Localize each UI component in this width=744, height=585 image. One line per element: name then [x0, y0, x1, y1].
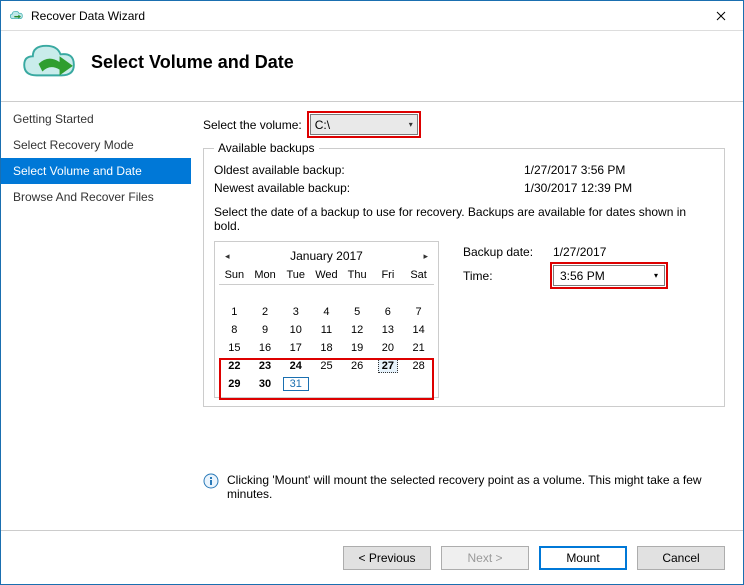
calendar-day[interactable]: 15: [219, 339, 250, 357]
calendar-day[interactable]: 28: [403, 357, 434, 375]
calendar-day: [250, 285, 281, 303]
calendar-day[interactable]: 30: [250, 375, 281, 393]
calendar-day[interactable]: 18: [311, 339, 342, 357]
calendar-day[interactable]: 8: [219, 321, 250, 339]
calendar-dow: Sun: [219, 266, 250, 285]
cancel-button[interactable]: Cancel: [637, 546, 725, 570]
calendar-day[interactable]: 6: [373, 303, 404, 321]
page-title: Select Volume and Date: [91, 52, 294, 73]
newest-backup-value: 1/30/2017 12:39 PM: [524, 181, 632, 195]
calendar-day[interactable]: 24: [280, 357, 311, 375]
calendar-day: [403, 375, 434, 393]
app-cloud-icon: [9, 8, 25, 24]
recover-data-wizard-window: Recover Data Wizard Select Volume and Da…: [0, 0, 744, 585]
calendar-day[interactable]: 11: [311, 321, 342, 339]
time-dropdown-value: 3:56 PM: [560, 269, 605, 283]
calendar-day[interactable]: 21: [403, 339, 434, 357]
previous-button[interactable]: < Previous: [343, 546, 431, 570]
volume-dropdown-value: C:\: [315, 118, 330, 132]
next-button: Next >: [441, 546, 529, 570]
calendar-day[interactable]: 4: [311, 303, 342, 321]
backup-date-value: 1/27/2017: [553, 245, 606, 259]
time-label: Time:: [463, 269, 553, 283]
wizard-footer: < Previous Next > Mount Cancel: [1, 530, 743, 584]
close-icon: [716, 11, 726, 21]
calendar-day[interactable]: 12: [342, 321, 373, 339]
select-volume-label: Select the volume:: [203, 118, 302, 132]
calendar-day[interactable]: 19: [342, 339, 373, 357]
calendar-next-month[interactable]: ▸: [419, 251, 432, 262]
oldest-backup-label: Oldest available backup:: [214, 163, 524, 177]
calendar-day[interactable]: 31: [280, 375, 311, 393]
wizard-steps-sidebar: Getting Started Select Recovery Mode Sel…: [1, 102, 191, 530]
sidebar-item-select-volume-and-date[interactable]: Select Volume and Date: [1, 158, 191, 184]
available-backups-legend: Available backups: [214, 141, 319, 155]
calendar-day[interactable]: 2: [250, 303, 281, 321]
time-dropdown[interactable]: 3:56 PM ▾: [553, 265, 665, 286]
titlebar: Recover Data Wizard: [1, 1, 743, 31]
calendar-day[interactable]: 1: [219, 303, 250, 321]
calendar-day: [311, 375, 342, 393]
calendar-dow: Fri: [373, 266, 404, 285]
calendar-grid: SunMonTueWedThuFriSat 123456789101112131…: [219, 266, 434, 393]
calendar-day: [311, 285, 342, 303]
calendar-dow: Tue: [280, 266, 311, 285]
window-title: Recover Data Wizard: [31, 9, 698, 23]
calendar-day[interactable]: 29: [219, 375, 250, 393]
recovery-instruction-text: Select the date of a backup to use for r…: [214, 205, 714, 233]
available-backups-group: Available backups Oldest available backu…: [203, 141, 725, 407]
select-volume-row: Select the volume: C:\ ▾: [203, 114, 725, 135]
sidebar-item-select-recovery-mode[interactable]: Select Recovery Mode: [1, 132, 191, 158]
calendar-day: [342, 285, 373, 303]
calendar-dow: Mon: [250, 266, 281, 285]
oldest-backup-value: 1/27/2017 3:56 PM: [524, 163, 625, 177]
calendar-day: [219, 285, 250, 303]
calendar-day[interactable]: 16: [250, 339, 281, 357]
calendar-dow: Thu: [342, 266, 373, 285]
wizard-header: Select Volume and Date: [1, 31, 743, 101]
wizard-body: Getting Started Select Recovery Mode Sel…: [1, 101, 743, 530]
chevron-down-icon: ▾: [409, 120, 413, 129]
calendar-day[interactable]: 23: [250, 357, 281, 375]
calendar-day[interactable]: 10: [280, 321, 311, 339]
chevron-down-icon: ▾: [654, 271, 658, 280]
calendar-day[interactable]: 22: [219, 357, 250, 375]
backup-date-label: Backup date:: [463, 245, 553, 259]
calendar-day[interactable]: 27: [373, 357, 404, 375]
calendar-day[interactable]: 7: [403, 303, 434, 321]
calendar-day[interactable]: 26: [342, 357, 373, 375]
calendar-day[interactable]: 13: [373, 321, 404, 339]
calendar-month-label: January 2017: [290, 249, 363, 263]
calendar-day[interactable]: 9: [250, 321, 281, 339]
calendar-day[interactable]: 20: [373, 339, 404, 357]
newest-backup-label: Newest available backup:: [214, 181, 524, 195]
cloud-restore-icon: [21, 41, 79, 83]
sidebar-item-browse-and-recover-files[interactable]: Browse And Recover Files: [1, 184, 191, 210]
calendar-day[interactable]: 5: [342, 303, 373, 321]
sidebar-item-getting-started[interactable]: Getting Started: [1, 106, 191, 132]
calendar-day[interactable]: 3: [280, 303, 311, 321]
mount-button[interactable]: Mount: [539, 546, 627, 570]
calendar-dow: Sat: [403, 266, 434, 285]
calendar-day[interactable]: 25: [311, 357, 342, 375]
calendar-day: [280, 285, 311, 303]
calendar-day: [342, 375, 373, 393]
calendar-prev-month[interactable]: ◂: [221, 251, 234, 262]
calendar-day: [403, 285, 434, 303]
volume-dropdown[interactable]: C:\ ▾: [310, 114, 418, 135]
calendar-dow: Wed: [311, 266, 342, 285]
close-button[interactable]: [698, 1, 743, 30]
info-icon: [203, 473, 219, 489]
mount-info-text: Clicking 'Mount' will mount the selected…: [227, 473, 715, 501]
calendar-day: [373, 285, 404, 303]
calendar-day: [373, 375, 404, 393]
backup-calendar[interactable]: ◂ January 2017 ▸ SunMonTueWedThuFriSat 1…: [214, 241, 439, 398]
wizard-main-panel: Select the volume: C:\ ▾ Available backu…: [191, 102, 743, 530]
calendar-day[interactable]: 14: [403, 321, 434, 339]
mount-info-row: Clicking 'Mount' will mount the selected…: [203, 473, 725, 501]
calendar-day[interactable]: 17: [280, 339, 311, 357]
